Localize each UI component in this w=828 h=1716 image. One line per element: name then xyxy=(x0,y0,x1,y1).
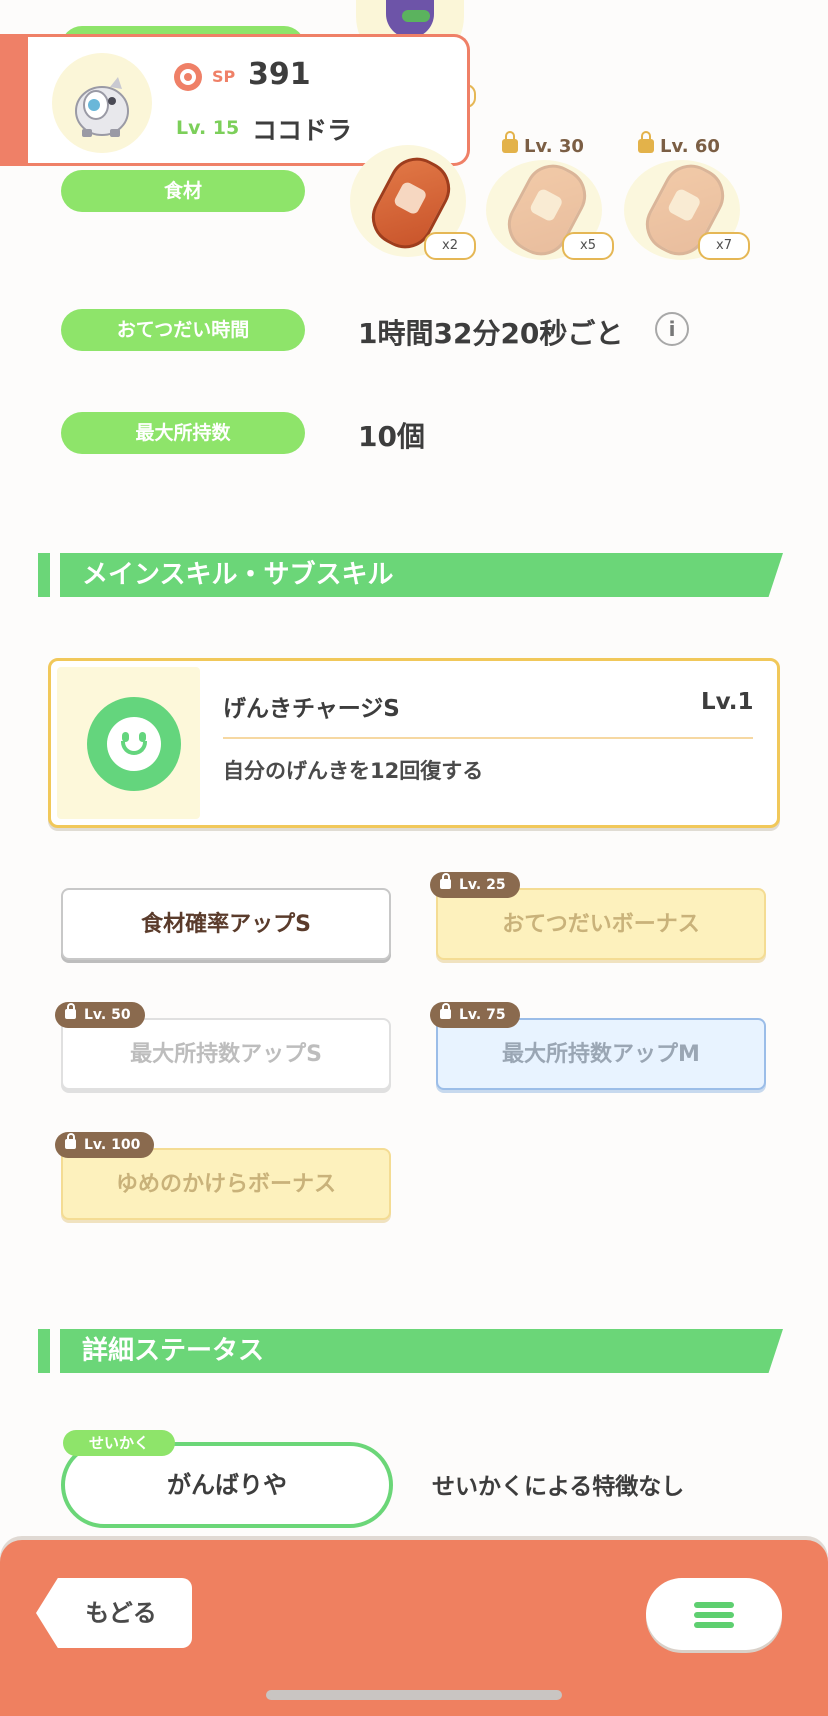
lock-icon xyxy=(502,131,518,153)
avatar xyxy=(52,53,152,153)
smiley-icon xyxy=(87,697,181,791)
skills-section-title: メインスキル・サブスキル xyxy=(82,560,394,590)
help-time-label: おてつだい時間 xyxy=(61,309,305,351)
lock-icon xyxy=(65,1003,76,1019)
sub-skill-2-lock: Lv. 25 xyxy=(430,872,520,898)
lock-icon xyxy=(638,131,654,153)
sub-skill-4-lock: Lv. 75 xyxy=(430,1002,520,1028)
help-time-value: 1時間32分20秒ごと xyxy=(358,317,624,350)
ingredient-unlock-3: Lv. 60 xyxy=(638,131,720,157)
pokemon-level: Lv. 15 xyxy=(176,117,240,139)
main-skill-level: Lv.1 xyxy=(701,689,754,715)
back-button[interactable]: もどる xyxy=(36,1578,192,1648)
sub-skill-2[interactable]: おてつだいボーナス xyxy=(436,888,766,960)
menu-button[interactable] xyxy=(646,1578,782,1650)
lock-icon xyxy=(440,873,451,889)
main-skill-name: げんきチャージS xyxy=(223,696,400,722)
sub-skill-4[interactable]: 最大所持数アップM xyxy=(436,1018,766,1090)
lock-icon xyxy=(440,1003,451,1019)
aron-icon xyxy=(75,77,129,137)
sub-skill-1[interactable]: 食材確率アップS xyxy=(61,888,391,960)
max-carry-label: 最大所持数 xyxy=(61,412,305,454)
main-skill-icon-area xyxy=(57,667,200,819)
sub-skill-5-lock: Lv. 100 xyxy=(55,1132,155,1158)
card-stripe xyxy=(0,37,28,163)
max-carry-value: 10個 xyxy=(358,420,425,453)
nature-effect: せいかくによる特徴なし xyxy=(432,1474,685,1500)
details-section-header: 詳細ステータス xyxy=(38,1329,783,1373)
ingredient-qty-1: x2 xyxy=(424,232,476,260)
main-skill-divider xyxy=(223,737,753,739)
home-indicator[interactable] xyxy=(266,1690,562,1700)
sp-icon xyxy=(174,63,202,91)
ingredient-qty-2: x5 xyxy=(562,232,614,260)
sub-skill-5[interactable]: ゆめのかけらボーナス xyxy=(61,1148,391,1220)
sp-value: 391 xyxy=(248,57,311,92)
pokemon-name: ココドラ xyxy=(252,116,353,145)
lock-icon xyxy=(65,1133,76,1149)
sub-skill-3-lock: Lv. 50 xyxy=(55,1002,145,1028)
skills-section-header: メインスキル・サブスキル xyxy=(38,553,783,597)
ingredient-qty-3: x7 xyxy=(698,232,750,260)
main-skill-description: 自分のげんきを12回復する xyxy=(223,759,484,783)
ingredient-unlock-2: Lv. 30 xyxy=(502,131,584,157)
sp-label: SP xyxy=(212,67,236,86)
details-section-title: 詳細ステータス xyxy=(82,1336,265,1366)
info-icon[interactable]: i xyxy=(655,312,689,346)
nature-tag: せいかく xyxy=(63,1430,175,1456)
ingredients-label: 食材 xyxy=(61,170,305,212)
sub-skill-3[interactable]: 最大所持数アップS xyxy=(61,1018,391,1090)
main-skill-card[interactable]: げんきチャージS Lv.1 自分のげんきを12回復する xyxy=(48,658,780,828)
